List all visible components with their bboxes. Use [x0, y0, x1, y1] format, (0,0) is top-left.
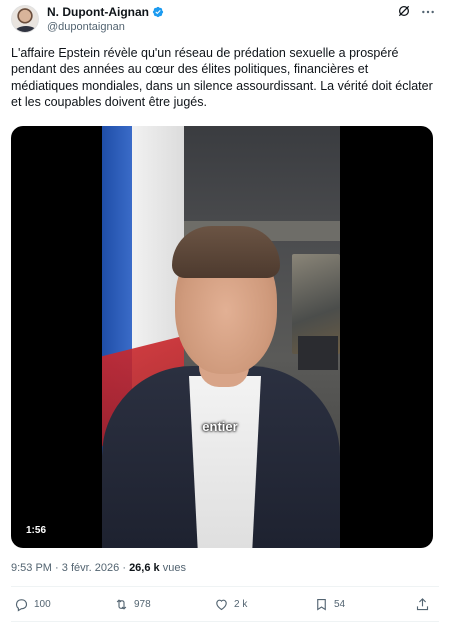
bookmark-button[interactable]: 54: [314, 597, 345, 612]
verified-badge-icon: [152, 6, 164, 18]
tweet-card: N. Dupont-Aignan @dupontaignan L'affaire…: [0, 0, 450, 626]
bookmark-count: 54: [334, 599, 346, 610]
meta-separator-2: ·: [122, 562, 126, 574]
divider: [11, 586, 439, 587]
video-frame: [102, 126, 340, 548]
video-duration: 1:56: [26, 525, 47, 536]
reply-button[interactable]: 100: [14, 597, 51, 612]
heart-icon: [216, 599, 227, 611]
repost-icon: [116, 599, 127, 610]
author-name-row[interactable]: N. Dupont-Aignan: [47, 5, 164, 19]
tweet-text: L'affaire Epstein révèle qu'un réseau de…: [11, 46, 433, 109]
views-count: 26,6 k: [129, 562, 160, 574]
repost-count: 978: [134, 599, 151, 610]
author-handle[interactable]: @dupontaignan: [47, 21, 125, 33]
video-player[interactable]: entier 1:56: [11, 126, 433, 548]
avatar[interactable]: [11, 5, 39, 33]
repost-button[interactable]: 978: [114, 597, 151, 612]
views-label: vues: [162, 562, 186, 574]
share-button[interactable]: [415, 597, 430, 612]
divider-bottom: [11, 621, 439, 622]
tweet-date[interactable]: 3 févr. 2026: [62, 562, 120, 574]
reply-count: 100: [34, 599, 51, 610]
author-display-name[interactable]: N. Dupont-Aignan: [47, 5, 149, 19]
more-options-icon[interactable]: [420, 4, 436, 20]
like-count: 2 k: [234, 599, 248, 610]
like-button[interactable]: 2 k: [214, 597, 247, 612]
grok-icon[interactable]: [397, 4, 411, 18]
reply-icon: [15, 599, 28, 612]
meta-separator: ·: [55, 562, 59, 574]
video-subtitle: entier: [202, 419, 238, 434]
share-icon: [416, 598, 429, 611]
tweet-meta: 9:53 PM · 3 févr. 2026 · 26,6 k vues: [11, 562, 186, 574]
tweet-time[interactable]: 9:53 PM: [11, 562, 52, 574]
bookmark-icon: [317, 598, 326, 611]
